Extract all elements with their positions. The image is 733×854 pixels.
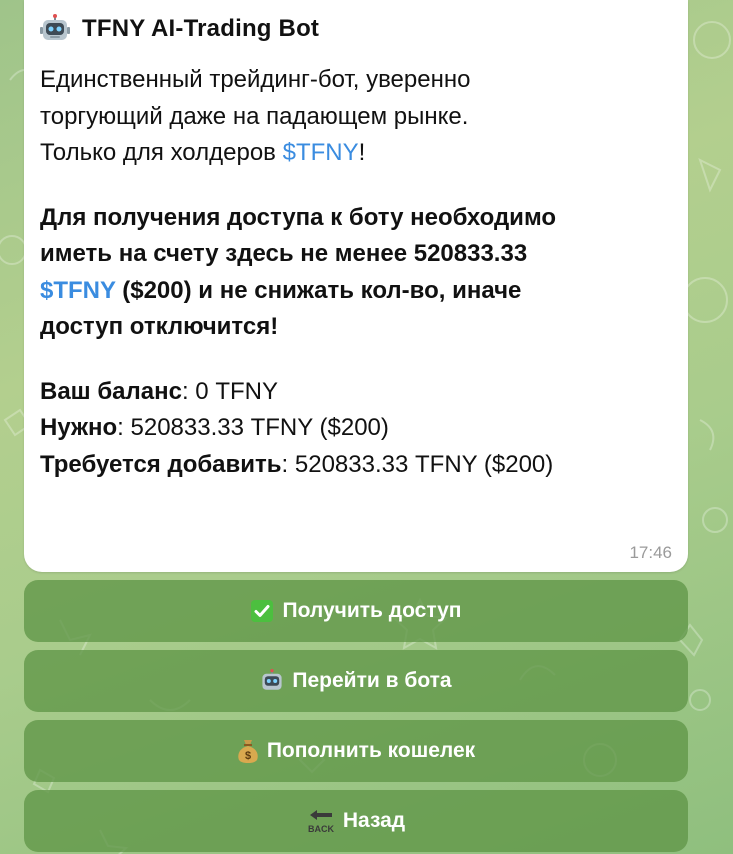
needed-value: : 520833.33 TFNY ($200) xyxy=(117,414,389,441)
requirement-line: Для получения доступа к боту необходимо xyxy=(40,203,557,231)
message-timestamp: 17:46 xyxy=(629,543,672,562)
add-value: : 520833.33 TFNY ($200) xyxy=(281,450,554,478)
check-mark-icon xyxy=(250,599,274,623)
needed-row: Нужно: 520833.33 TFNY ($200) xyxy=(40,410,672,447)
top-up-wallet-label: Пополнить кошелек xyxy=(266,739,476,762)
top-up-wallet-button[interactable]: $ Пополнить кошелек xyxy=(24,720,688,782)
add-row: Требуется добавить: 520833.33 TFNY ($200… xyxy=(40,447,672,484)
bot-message-bubble: TFNY AI-Trading Bot Единственный трейдин… xyxy=(24,0,688,572)
intro-line: Только для холдеров $TFNY! xyxy=(40,135,672,172)
message-title: TFNY AI-Trading Bot xyxy=(82,15,320,42)
back-button[interactable]: BACK Назад xyxy=(24,790,688,852)
back-label: Назад xyxy=(342,809,406,832)
balance-row: Ваш баланс: 0 TFNY xyxy=(40,374,672,411)
needed-label: Нужно xyxy=(40,414,118,441)
requirement-line: $TFNY ($200) и не снижать кол-во, иначе xyxy=(40,276,522,304)
intro-line: торгующий даже на падающем рынке. xyxy=(40,102,469,130)
get-access-label: Получить доступ xyxy=(282,599,462,622)
tfny-cashtag-link[interactable]: $TFNY xyxy=(40,277,116,304)
balance-label: Ваш баланс xyxy=(40,377,182,405)
svg-text:BACK: BACK xyxy=(308,824,334,834)
money-bag-icon: $ xyxy=(237,738,259,764)
get-access-button[interactable]: Получить доступ xyxy=(24,580,688,642)
back-arrow-icon: BACK xyxy=(307,808,335,834)
go-to-bot-button[interactable]: Перейти в бота xyxy=(24,650,688,712)
intro-text: Только для холдеров xyxy=(40,139,283,166)
robot-icon xyxy=(260,669,284,693)
intro-paragraph: Единственный трейдинг-бот, уверенно торг… xyxy=(40,62,672,172)
add-label: Требуется добавить xyxy=(40,450,282,478)
requirement-paragraph: Для получения доступа к боту необходимо … xyxy=(40,200,672,346)
intro-line: Единственный трейдинг-бот, уверенно xyxy=(40,66,471,93)
balance-section: Ваш баланс: 0 TFNY Нужно: 520833.33 TFNY… xyxy=(40,374,672,484)
tfny-cashtag-link[interactable]: $TFNY xyxy=(283,139,359,166)
balance-value: : 0 TFNY xyxy=(181,377,278,405)
requirement-line: иметь на счету здесь не менее 520833.33 xyxy=(40,240,528,267)
message-title-row: TFNY AI-Trading Bot xyxy=(40,12,672,46)
svg-text:$: $ xyxy=(245,750,251,762)
intro-text: ! xyxy=(358,139,366,166)
go-to-bot-label: Перейти в бота xyxy=(292,669,452,692)
robot-icon xyxy=(40,14,70,44)
requirement-line: доступ отключится! xyxy=(40,313,279,340)
